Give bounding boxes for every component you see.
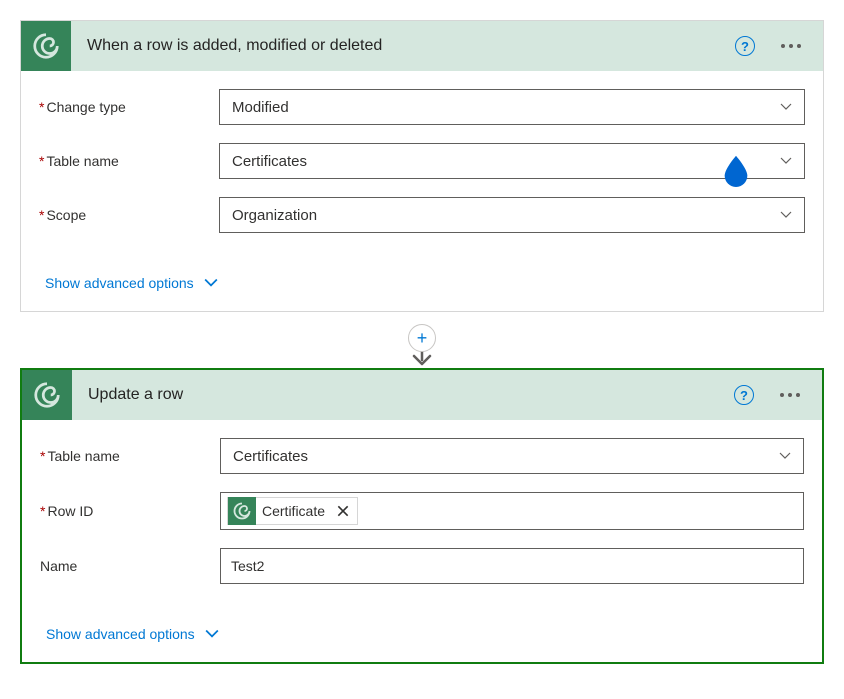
trigger-header[interactable]: When a row is added, modified or deleted… (21, 21, 823, 71)
more-icon[interactable] (777, 40, 805, 52)
help-icon[interactable]: ? (735, 36, 755, 56)
more-icon[interactable] (776, 389, 804, 401)
field-scope: Scope Organization (39, 197, 805, 233)
chevron-down-icon (780, 101, 792, 113)
field-name: Name Test2 (40, 548, 804, 584)
label-change-type: Change type (39, 99, 219, 115)
field-change-type: Change type Modified (39, 89, 805, 125)
chevron-down-icon (780, 155, 792, 167)
chevron-down-icon (205, 627, 219, 641)
remove-token-button[interactable] (331, 499, 355, 523)
action-card: Update a row ? Table name Certificates (20, 368, 824, 664)
field-row-id: Row ID Certificate (40, 492, 804, 530)
dataverse-icon (228, 497, 256, 525)
add-step-button[interactable]: + (408, 324, 436, 352)
field-trigger-table: Table name Certificates (39, 143, 805, 179)
dropdown-trigger-table[interactable]: Certificates (219, 143, 805, 179)
field-action-table: Table name Certificates (40, 438, 804, 474)
show-advanced-trigger[interactable]: Show advanced options (45, 275, 218, 291)
label-scope: Scope (39, 207, 219, 223)
dataverse-icon (21, 21, 71, 71)
help-icon[interactable]: ? (734, 385, 754, 405)
trigger-title: When a row is added, modified or deleted (71, 37, 735, 55)
action-title: Update a row (72, 386, 734, 404)
dropdown-change-type[interactable]: Modified (219, 89, 805, 125)
show-advanced-action[interactable]: Show advanced options (46, 626, 219, 642)
trigger-card: When a row is added, modified or deleted… (20, 20, 824, 312)
dynamic-token-certificate: Certificate (227, 497, 358, 525)
dropdown-scope[interactable]: Organization (219, 197, 805, 233)
row-id-input[interactable]: Certificate (220, 492, 804, 530)
label-trigger-table: Table name (39, 153, 219, 169)
connector: + (20, 312, 824, 368)
action-header[interactable]: Update a row ? (22, 370, 822, 420)
name-input[interactable]: Test2 (220, 548, 804, 584)
label-row-id: Row ID (40, 503, 220, 519)
label-action-table: Table name (40, 448, 220, 464)
chevron-down-icon (779, 450, 791, 462)
chevron-down-icon (204, 276, 218, 290)
label-name: Name (40, 558, 220, 574)
dropdown-action-table[interactable]: Certificates (220, 438, 804, 474)
dataverse-icon (22, 370, 72, 420)
chevron-down-icon (780, 209, 792, 221)
